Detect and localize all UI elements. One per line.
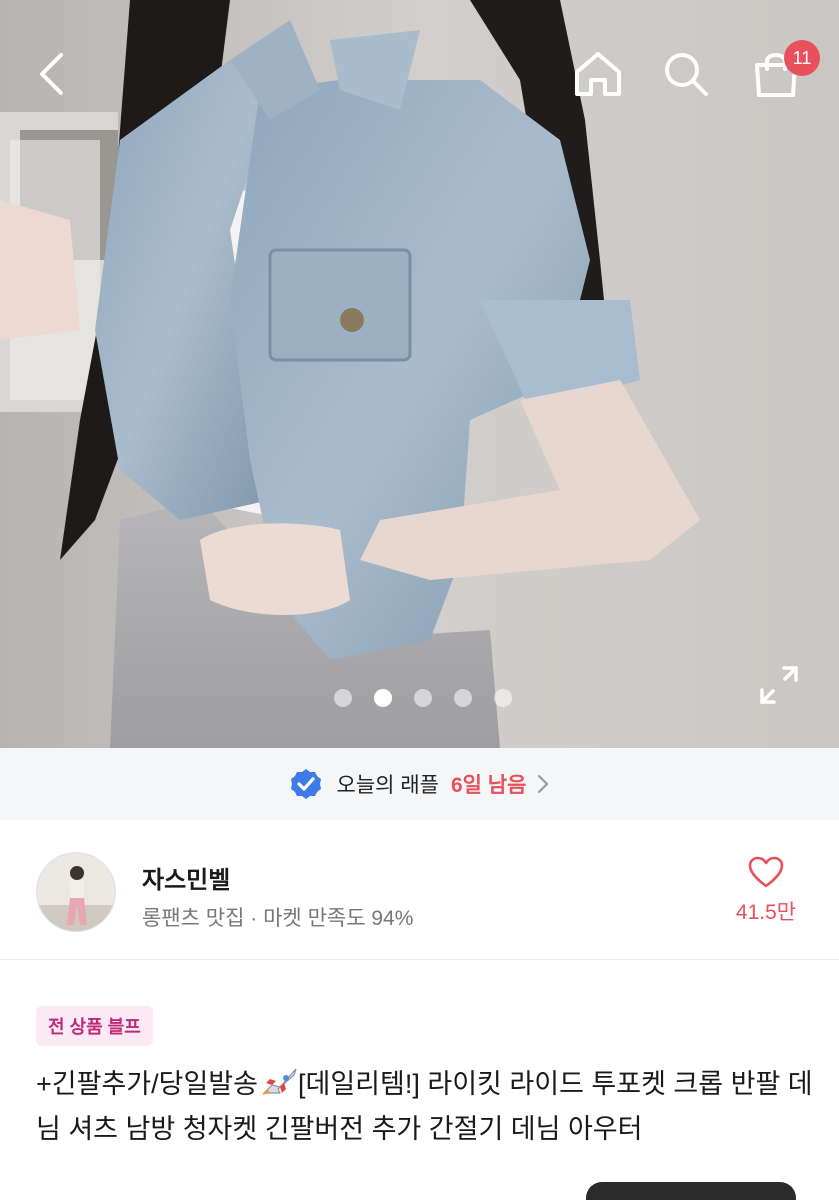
gallery-dot[interactable]	[454, 689, 472, 707]
raffle-label: 오늘의 래플	[336, 774, 439, 797]
expand-icon[interactable]	[758, 664, 800, 706]
verified-check-icon	[290, 769, 321, 799]
chevron-right-icon	[538, 774, 549, 794]
home-icon	[575, 52, 621, 96]
raffle-banner[interactable]: 오늘의 래플 6일 남음	[0, 748, 839, 820]
gallery-pagination	[334, 689, 534, 707]
gallery-dot[interactable]	[334, 689, 352, 707]
search-icon	[665, 53, 708, 96]
seller-subtitle: 롱팬츠 맛집 · 마켓 만족도 94%	[142, 907, 414, 930]
seller-row[interactable]: 자스민벨 롱팬츠 맛집 · 마켓 만족도 94% 41.5만	[0, 820, 839, 960]
back-button[interactable]	[24, 46, 80, 102]
seller-name[interactable]: 자스민벨	[142, 860, 230, 895]
search-button[interactable]	[658, 46, 714, 102]
gallery-dot-active[interactable]	[374, 689, 392, 707]
avatar-image	[37, 853, 115, 931]
title-prefix: +긴팔추가/당일발송	[36, 1069, 258, 1099]
rocket-icon	[262, 1068, 297, 1095]
product-title: +긴팔추가/당일발송 [데일리템!] 라이킷 라이드 투포켓 크롭 반팔 데님 …	[36, 1062, 816, 1152]
gallery-dot[interactable]	[494, 689, 512, 707]
raffle-remaining: 6일 남음	[450, 774, 527, 797]
floating-action-button[interactable]	[586, 1182, 796, 1200]
seller-avatar[interactable]	[36, 852, 116, 932]
promo-tag: 전 상품 블프	[36, 1006, 153, 1046]
gallery-dot[interactable]	[414, 689, 432, 707]
cart-count-badge: 11	[784, 40, 820, 76]
chevron-left-icon	[40, 53, 63, 95]
heart-icon	[748, 856, 784, 888]
favorite-count: 41.5만	[735, 901, 797, 924]
product-image-gallery[interactable]: 11	[0, 0, 839, 748]
favorite-button[interactable]: 41.5만	[728, 856, 804, 926]
product-photo	[0, 0, 839, 748]
home-button[interactable]	[570, 46, 626, 102]
